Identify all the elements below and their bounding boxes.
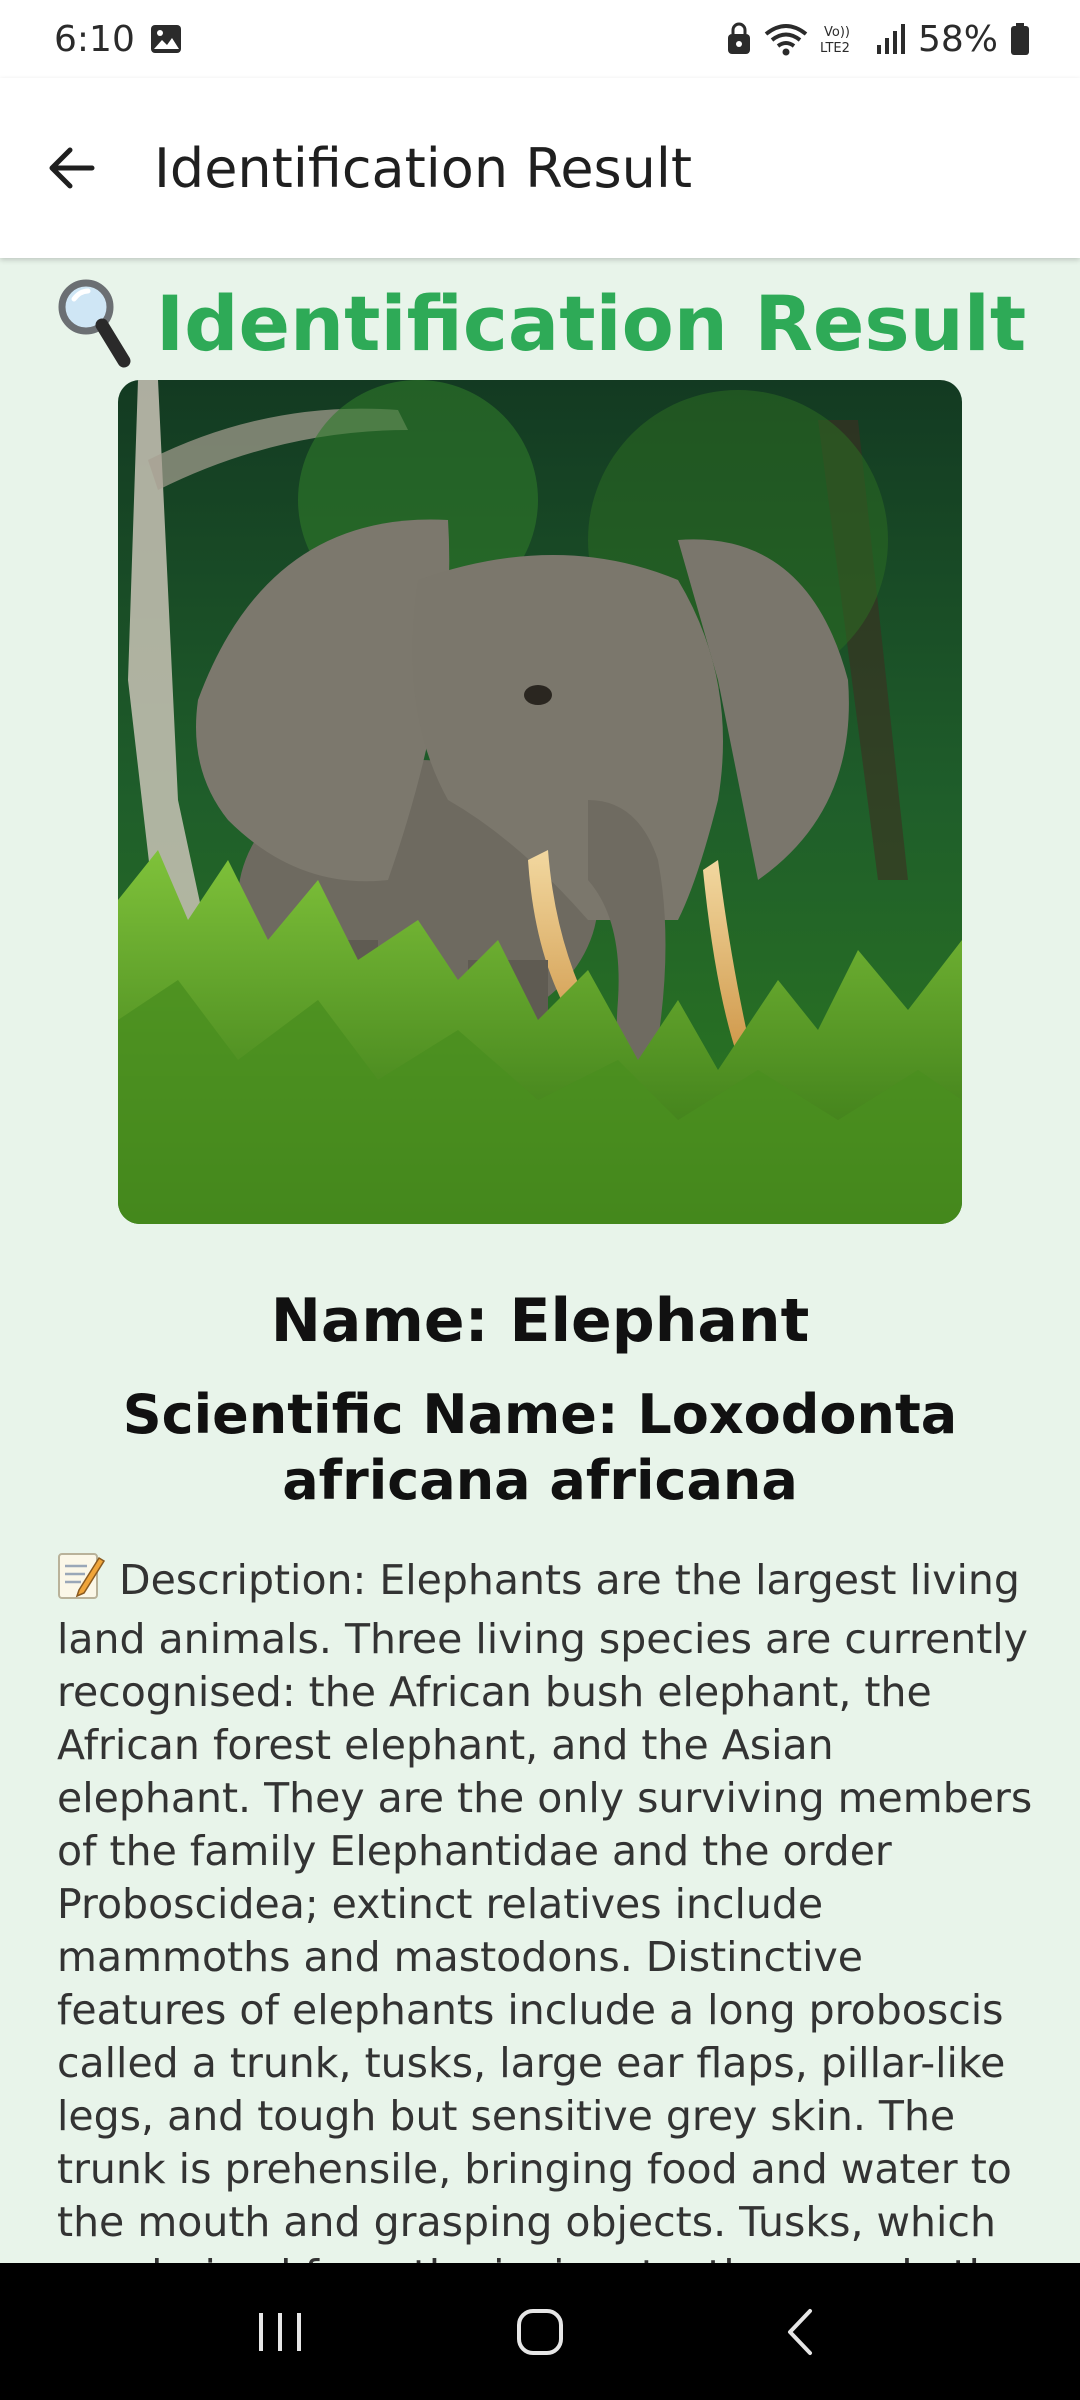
battery-percent: 58% xyxy=(917,18,998,60)
animal-name: Name: Elephant xyxy=(270,1286,810,1356)
magnifying-glass-icon xyxy=(54,275,134,371)
back-icon xyxy=(788,2308,812,2355)
nav-back-button[interactable] xyxy=(755,2287,845,2377)
svg-text:LTE2: LTE2 xyxy=(820,41,850,56)
gallery-icon xyxy=(149,22,183,56)
status-bar: 6:10 Vo)) LTE2 58% xyxy=(0,0,1080,78)
result-heading-text: Identification Result xyxy=(155,278,1027,368)
app-bar: Identification Result xyxy=(0,78,1080,258)
lock-icon xyxy=(726,22,752,56)
battery-icon xyxy=(1010,22,1030,56)
back-button[interactable] xyxy=(32,128,112,208)
app-bar-title: Identification Result xyxy=(154,136,693,200)
home-icon xyxy=(517,2308,563,2355)
result-heading: Identification Result xyxy=(0,268,1080,378)
status-left: 6:10 xyxy=(54,19,183,60)
wifi-icon xyxy=(764,22,808,56)
scientific-name: Scientific Name: Loxodonta africana afri… xyxy=(122,1383,958,1512)
navigation-bar xyxy=(0,2263,1080,2400)
signal-icon xyxy=(876,23,906,55)
description: Description: Elephants are the largest l… xyxy=(57,1550,1040,2263)
arrow-left-icon xyxy=(49,147,95,189)
status-right: Vo)) LTE2 58% xyxy=(726,19,1030,60)
volte-icon: Vo)) LTE2 xyxy=(820,22,864,56)
home-button[interactable] xyxy=(495,2287,585,2377)
description-text: Description: Elephants are the largest l… xyxy=(57,1556,1033,2263)
recents-icon xyxy=(259,2312,301,2351)
recents-button[interactable] xyxy=(235,2287,325,2377)
svg-text:Vo)): Vo)) xyxy=(824,25,850,40)
elephant-photo xyxy=(118,380,962,1224)
memo-icon xyxy=(57,1550,106,1613)
status-time: 6:10 xyxy=(54,18,135,60)
result-content[interactable]: Identification Result Name: Elephant Sci… xyxy=(0,258,1080,2264)
